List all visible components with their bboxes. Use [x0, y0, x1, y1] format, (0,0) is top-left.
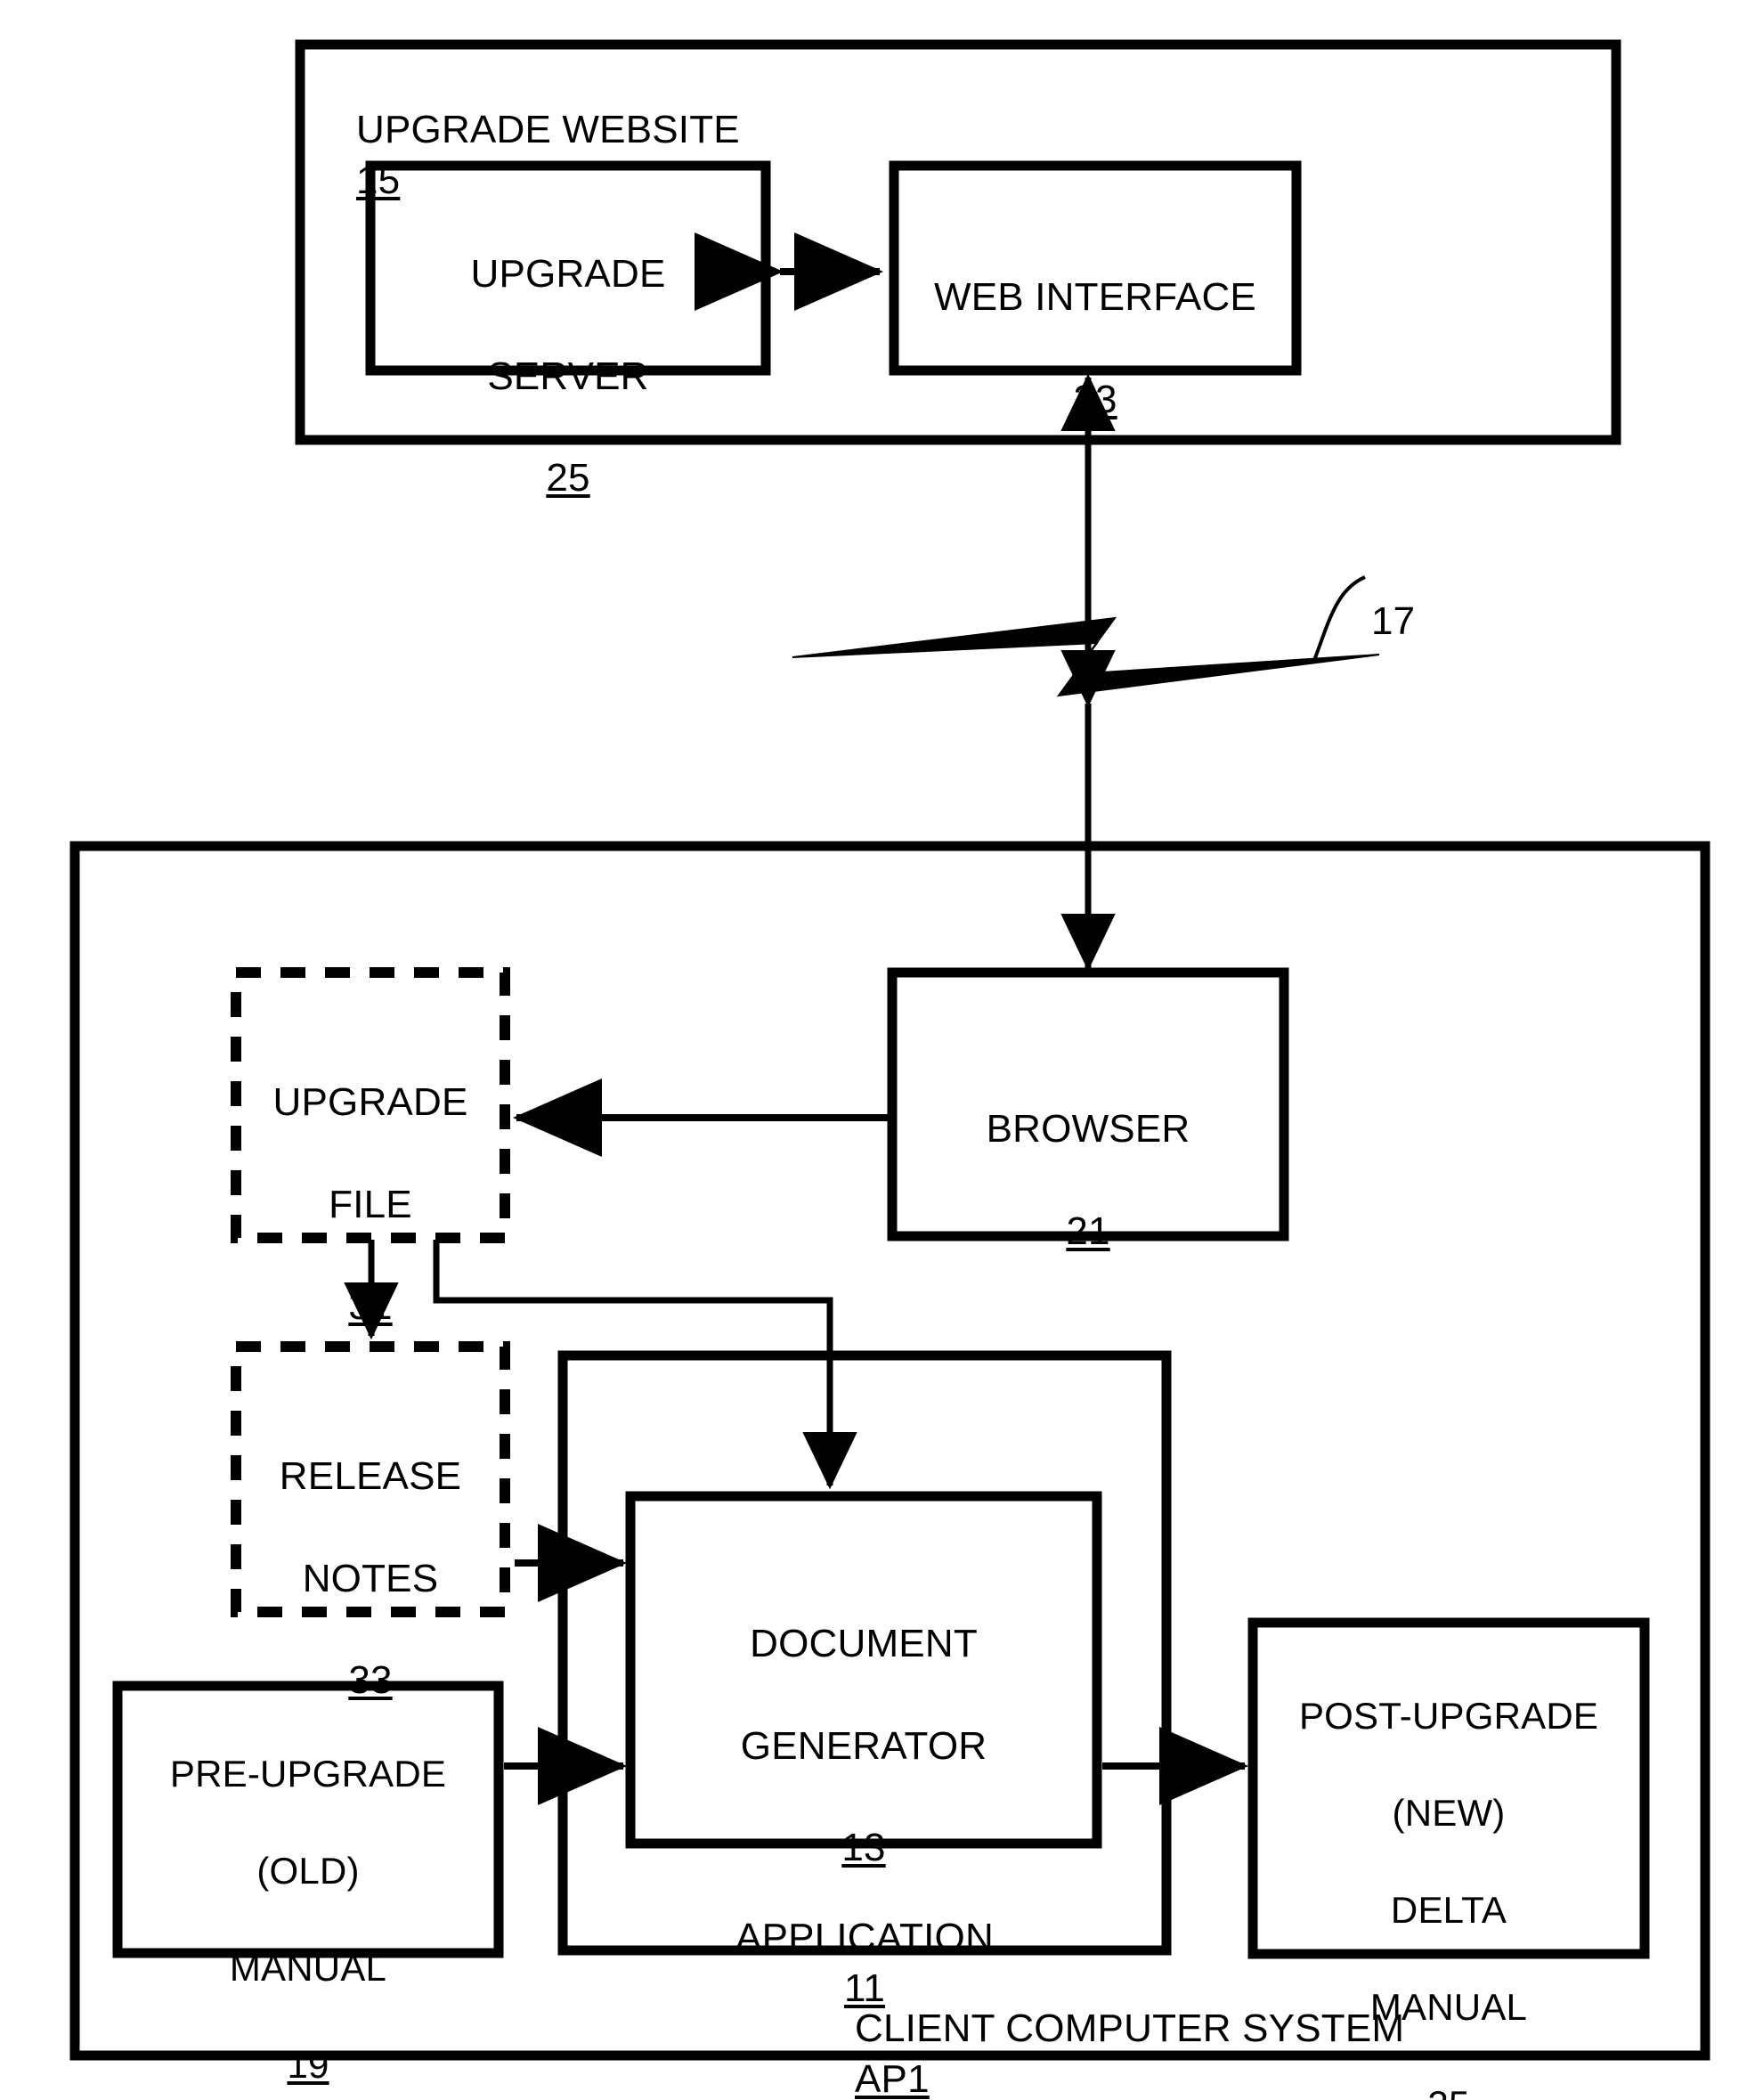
pre-upgrade-manual-line2: (OLD): [256, 1849, 360, 1892]
upgrade-server-ref: 25: [546, 455, 590, 500]
upgrade-website-title-text: UPGRADE WEBSITE: [356, 108, 740, 152]
pre-upgrade-manual-line1: PRE-UPGRADE: [169, 1752, 447, 1795]
upgrade-website-ref: 15: [356, 159, 401, 203]
pre-upgrade-manual-line3: MANUAL: [229, 1946, 387, 1989]
post-upgrade-manual-line3: DELTA: [1390, 1888, 1507, 1931]
web-interface-label: WEB INTERFACE 23: [894, 221, 1296, 476]
web-interface-line1: WEB INTERFACE: [934, 275, 1256, 320]
browser-line1: BROWSER: [986, 1107, 1190, 1152]
release-notes-line1: RELEASE: [279, 1454, 462, 1499]
post-upgrade-manual-line2: (NEW): [1392, 1791, 1506, 1834]
pre-upgrade-manual-ref: 19: [287, 2044, 329, 2087]
web-interface-ref: 23: [1073, 377, 1117, 421]
upgrade-file-label: UPGRADE FILE 31: [236, 1026, 505, 1382]
upgrade-website-title: UPGRADE WEBSITE 15: [356, 53, 1158, 207]
document-generator-line1: DOCUMENT: [750, 1622, 978, 1666]
upgrade-server-line2: SERVER: [487, 354, 649, 398]
pre-upgrade-manual-label: PRE-UPGRADE (OLD) MANUAL 19: [118, 1701, 499, 2100]
release-notes-ref: 33: [348, 1657, 393, 1702]
upgrade-server-line1: UPGRADE: [470, 252, 666, 297]
client-computer-system-title-text: CLIENT COMPUTER SYSTEM: [855, 2006, 1405, 2051]
client-computer-system-title: CLIENT COMPUTER SYSTEM AP1: [855, 1952, 1656, 2100]
upgrade-server-label: UPGRADE SERVER 25: [370, 198, 766, 554]
document-generator-line2: GENERATOR: [740, 1723, 987, 1768]
upgrade-file-line1: UPGRADE: [272, 1080, 468, 1125]
figure-canvas: UPGRADE WEBSITE 15 UPGRADE SERVER 25 WEB…: [0, 0, 1755, 2100]
post-upgrade-manual-line1: POST-UPGRADE: [1298, 1694, 1599, 1737]
release-notes-line2: NOTES: [302, 1556, 439, 1600]
network-ref-leader: [1312, 575, 1366, 663]
client-computer-system-ref: AP1: [855, 2057, 930, 2100]
network-ref-label: 17: [1371, 545, 1478, 647]
lightning-bolt-icon: [792, 616, 1380, 697]
upgrade-file-line2: FILE: [329, 1182, 412, 1226]
upgrade-file-ref: 31: [348, 1283, 393, 1328]
browser-label: BROWSER 21: [892, 1053, 1284, 1307]
network-ref-text: 17: [1371, 599, 1416, 644]
browser-ref: 21: [1066, 1209, 1110, 1253]
